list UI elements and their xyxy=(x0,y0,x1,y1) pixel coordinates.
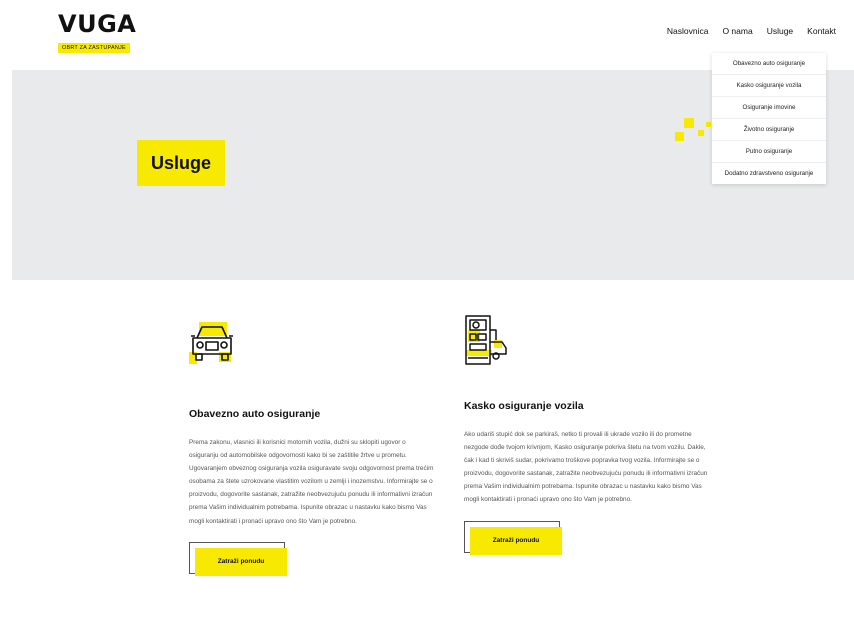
hero-title-highlight: Usluge xyxy=(137,140,225,186)
nav-item-kontakt[interactable]: Kontakt xyxy=(807,26,836,36)
nav-item-usluge[interactable]: Usluge xyxy=(766,26,794,38)
dropdown-item-zivotno[interactable]: Životno osiguranje xyxy=(712,119,826,141)
decor-pixel xyxy=(684,118,694,128)
service-card-kasko: Kasko osiguranje vozila Ako udariš stupi… xyxy=(464,310,714,559)
dropdown-item-imovina[interactable]: Osiguranje imovine xyxy=(712,97,826,119)
quote-button-wrapper: Zatraži ponudu xyxy=(189,541,291,580)
card-description: Prema zakonu, vlasnici ili korisnici mot… xyxy=(189,439,434,525)
decor-pixel xyxy=(706,122,711,127)
nav-item-naslovnica[interactable]: Naslovnica xyxy=(667,26,709,36)
logo[interactable]: VUGA OBRT ZA ZASTUPANJE xyxy=(58,12,136,54)
car-front-icon xyxy=(189,316,235,368)
logo-tagline: OBRT ZA ZASTUPANJE xyxy=(58,43,130,53)
decor-pixel xyxy=(698,130,704,136)
dropdown-item-putno[interactable]: Putno osiguranje xyxy=(712,141,826,163)
services-dropdown-menu: Obavezno auto osiguranje Kasko osiguranj… xyxy=(712,53,826,184)
request-quote-button[interactable]: Zatraži ponudu xyxy=(195,547,287,576)
request-quote-button[interactable]: Zatraži ponudu xyxy=(470,526,562,555)
card-title: Kasko osiguranje vozila xyxy=(464,400,584,412)
card-title: Obavezno auto osiguranje xyxy=(189,408,321,420)
page-title: Usluge xyxy=(150,152,211,173)
dropdown-item-obavezno[interactable]: Obavezno auto osiguranje xyxy=(712,53,826,75)
dropdown-item-kasko[interactable]: Kasko osiguranje vozila xyxy=(712,75,826,97)
dropdown-item-zdravstveno[interactable]: Dodatno zdravstveno osiguranje xyxy=(712,163,826,184)
decor-pixel xyxy=(675,132,684,141)
service-card-obavezno: Obavezno auto osiguranje Prema zakonu, v… xyxy=(189,316,439,580)
nav-item-o-nama[interactable]: O nama xyxy=(722,26,752,36)
main-nav: Naslovnica O nama Usluge Kontakt xyxy=(667,26,836,38)
card-description: Ako udariš stupić dok se parkiraš, netko… xyxy=(464,431,708,504)
quote-button-wrapper: Zatraži ponudu xyxy=(464,520,566,559)
fuel-pump-car-icon xyxy=(464,310,510,365)
logo-text: VUGA xyxy=(58,10,137,38)
